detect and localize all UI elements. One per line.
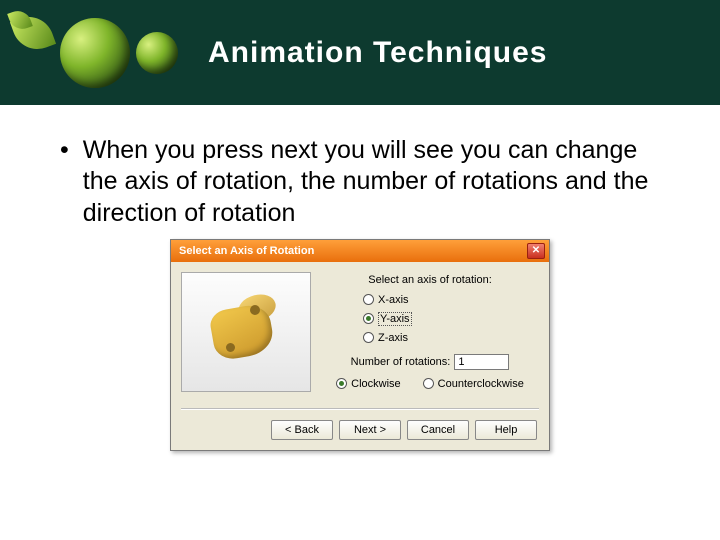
dialog-title: Select an Axis of Rotation: [179, 245, 314, 257]
radio-label: Counterclockwise: [438, 378, 524, 390]
preview-pane: [181, 272, 311, 392]
dialog-titlebar: Select an Axis of Rotation ✕: [171, 240, 549, 262]
cam-model-icon: [204, 291, 284, 371]
radio-clockwise[interactable]: Clockwise: [336, 378, 401, 390]
next-button[interactable]: Next >: [339, 420, 401, 440]
radio-label: X-axis: [378, 294, 409, 306]
cancel-button[interactable]: Cancel: [407, 420, 469, 440]
logo-orb-large: [60, 18, 130, 88]
bullet-dot: •: [60, 135, 69, 166]
slide-header: Animation Techniques: [0, 0, 720, 105]
num-rotations-input[interactable]: [454, 354, 509, 370]
help-button[interactable]: Help: [475, 420, 537, 440]
radio-label: Z-axis: [378, 332, 408, 344]
num-rotations-label: Number of rotations:: [351, 356, 451, 368]
radio-counterclockwise[interactable]: Counterclockwise: [423, 378, 524, 390]
radio-y-axis[interactable]: Y-axis: [363, 312, 539, 326]
dialog-button-row: < Back Next > Cancel Help: [171, 410, 549, 450]
back-button[interactable]: < Back: [271, 420, 333, 440]
radio-icon: [363, 294, 374, 305]
slide-content: • When you press next you will see you c…: [0, 105, 720, 451]
radio-label: Clockwise: [351, 378, 401, 390]
slide-title: Animation Techniques: [208, 36, 547, 70]
radio-icon: [363, 313, 374, 324]
radio-icon: [423, 378, 434, 389]
radio-x-axis[interactable]: X-axis: [363, 294, 539, 306]
radio-icon: [336, 378, 347, 389]
logo-region: [60, 18, 178, 88]
logo-orb-small: [136, 32, 178, 74]
bullet-text: When you press next you will see you can…: [83, 135, 660, 229]
controls-pane: Select an axis of rotation: X-axis Y-axi…: [321, 272, 539, 396]
radio-z-axis[interactable]: Z-axis: [363, 332, 539, 344]
close-button[interactable]: ✕: [527, 243, 545, 259]
radio-label: Y-axis: [378, 312, 412, 326]
rotation-dialog: Select an Axis of Rotation ✕ Select an a…: [170, 239, 550, 451]
radio-icon: [363, 332, 374, 343]
close-icon: ✕: [532, 245, 540, 256]
bullet-item: • When you press next you will see you c…: [60, 135, 660, 229]
axis-prompt: Select an axis of rotation:: [321, 274, 539, 286]
